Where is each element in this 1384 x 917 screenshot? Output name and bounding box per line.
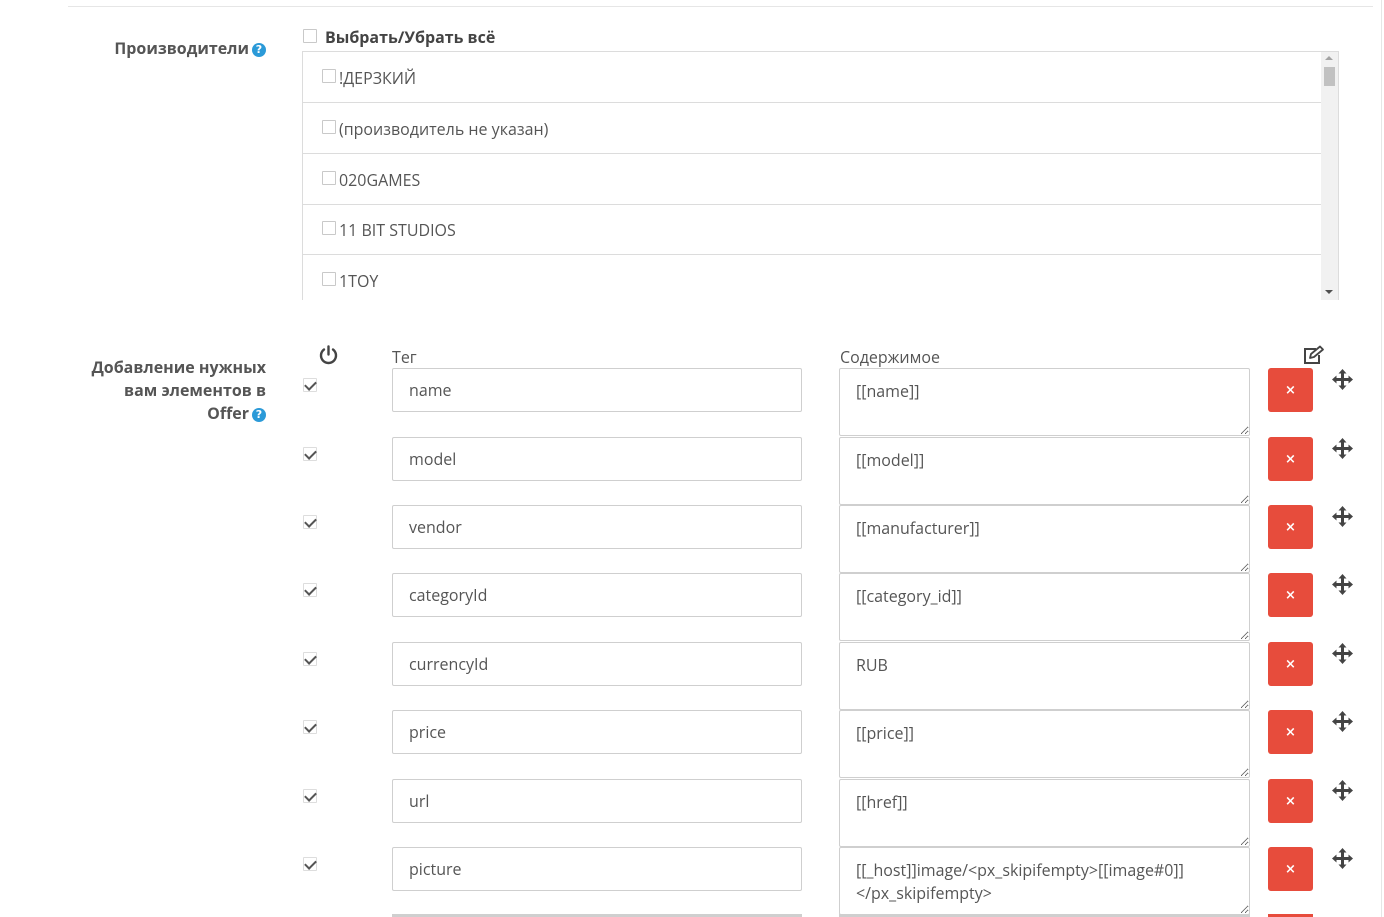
offer-element-row: [[model]] ×	[0, 437, 1384, 505]
content-textarea[interactable]: [[manufacturer]]	[839, 505, 1250, 573]
scrollbar-thumb[interactable]	[1324, 67, 1335, 86]
row-enabled-checkbox[interactable]	[303, 378, 317, 392]
move-icon[interactable]	[1331, 368, 1354, 391]
list-scrollbar[interactable]	[1321, 52, 1338, 300]
move-icon[interactable]	[1331, 505, 1354, 528]
offer-element-row: [[href]] ×	[0, 779, 1384, 847]
row-enabled-checkbox[interactable]	[303, 515, 317, 529]
row-enabled-checkbox[interactable]	[303, 789, 317, 803]
content-textarea[interactable]: [[_host]]image/<px_skipifempty>[[image#0…	[839, 847, 1250, 915]
manufacturer-checkbox[interactable]	[322, 120, 336, 134]
content-textarea[interactable]: [[name]]	[839, 368, 1250, 436]
offer-element-row: [[_host]]image/<px_skipifempty>[[image#0…	[0, 847, 1384, 915]
row-enabled-checkbox[interactable]	[303, 857, 317, 871]
delete-row-button[interactable]: ×	[1268, 710, 1313, 754]
manufacturer-checkbox[interactable]	[322, 171, 336, 185]
row-enabled-checkbox[interactable]	[303, 720, 317, 734]
offer-element-row: [[manufacturer]] ×	[0, 505, 1384, 573]
delete-row-button[interactable]: ×	[1268, 847, 1313, 891]
tag-input[interactable]	[392, 642, 802, 686]
manufacturer-checkbox[interactable]	[322, 221, 336, 235]
scroll-up-arrow-icon[interactable]	[1325, 56, 1333, 60]
delete-row-button[interactable]: ×	[1268, 779, 1313, 823]
section-divider	[68, 6, 1373, 7]
tag-input[interactable]	[392, 368, 802, 412]
power-icon	[319, 345, 338, 365]
select-all-label: Выбрать/Убрать всё	[325, 26, 496, 48]
delete-row-button[interactable]: ×	[1268, 573, 1313, 617]
manufacturer-name: 1TOY	[339, 270, 379, 292]
manufacturer-item[interactable]: 020GAMES	[303, 154, 1321, 205]
manufacturers-label-text: Производители	[114, 37, 249, 59]
offer-element-row: [[name]] ×	[0, 368, 1384, 436]
tag-input[interactable]	[392, 779, 802, 823]
row-enabled-checkbox[interactable]	[303, 652, 317, 666]
manufacturer-name: 020GAMES	[339, 169, 421, 191]
manufacturers-list[interactable]: !ДЕРЗКИЙ (производитель не указан) 020GA…	[302, 51, 1339, 300]
manufacturers-label: Производители?	[114, 37, 266, 60]
tag-input[interactable]	[392, 847, 802, 891]
manufacturer-checkbox[interactable]	[322, 272, 336, 286]
manufacturer-item[interactable]: 11 BIT STUDIOS	[303, 204, 1321, 255]
move-icon[interactable]	[1331, 437, 1354, 460]
delete-row-button[interactable]: ×	[1268, 437, 1313, 481]
manufacturer-checkbox[interactable]	[322, 69, 336, 83]
column-header-content: Содержимое	[840, 346, 940, 368]
manufacturer-name: !ДЕРЗКИЙ	[339, 67, 417, 89]
offer-element-row: RUB ×	[0, 642, 1384, 710]
delete-row-button[interactable]: ×	[1268, 505, 1313, 549]
content-textarea[interactable]: [[model]]	[839, 437, 1250, 505]
column-header-tag: Тег	[392, 346, 417, 368]
edit-icon[interactable]	[1302, 345, 1325, 366]
tag-input[interactable]	[392, 573, 802, 617]
move-icon[interactable]	[1331, 573, 1354, 596]
row-enabled-checkbox[interactable]	[303, 447, 317, 461]
offer-element-row: [[category_id]] ×	[0, 573, 1384, 641]
move-icon[interactable]	[1331, 847, 1354, 870]
content-textarea[interactable]: [[price]]	[839, 710, 1250, 778]
content-textarea[interactable]: [[href]]	[839, 779, 1250, 847]
row-enabled-checkbox[interactable]	[303, 583, 317, 597]
move-icon[interactable]	[1331, 642, 1354, 665]
manufacturer-item[interactable]: !ДЕРЗКИЙ	[303, 52, 1321, 103]
tag-input[interactable]	[392, 505, 802, 549]
content-textarea[interactable]: [[category_id]]	[839, 573, 1250, 641]
offer-element-row: [[price]] ×	[0, 710, 1384, 778]
tag-input[interactable]	[392, 437, 802, 481]
select-all-checkbox[interactable]	[303, 29, 317, 43]
scroll-down-arrow-icon[interactable]	[1325, 290, 1333, 294]
manufacturer-name: (производитель не указан)	[339, 118, 549, 140]
manufacturer-item[interactable]: (производитель не указан)	[303, 103, 1321, 154]
manufacturer-name: 11 BIT STUDIOS	[339, 219, 456, 241]
tag-input[interactable]	[392, 710, 802, 754]
move-icon[interactable]	[1331, 779, 1354, 802]
help-icon[interactable]: ?	[252, 43, 266, 57]
manufacturer-item[interactable]: 1TOY	[303, 255, 1321, 300]
delete-row-button[interactable]: ×	[1268, 368, 1313, 412]
content-textarea[interactable]: RUB	[839, 642, 1250, 710]
move-icon[interactable]	[1331, 710, 1354, 733]
delete-row-button[interactable]: ×	[1268, 642, 1313, 686]
